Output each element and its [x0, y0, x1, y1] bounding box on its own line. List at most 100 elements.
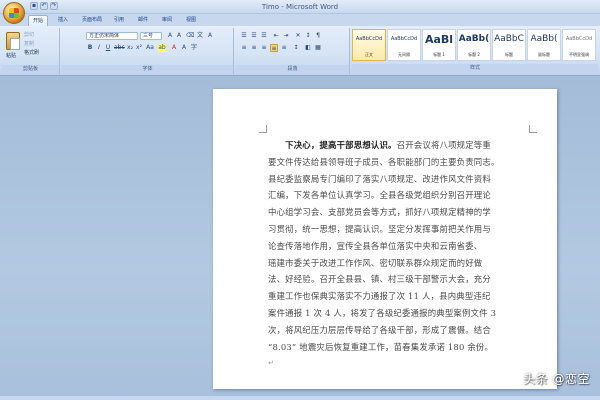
- doc-line: 瑶建市委关于改进工作作风、密切联系群众规定而的好做: [268, 257, 483, 268]
- bullets-icon[interactable]: ☰: [240, 32, 248, 40]
- style-name: 正文: [365, 52, 373, 57]
- document-body[interactable]: 下决心，提高干部思想认识。召开会议将八项规定等重 要文件传达给县领导班子成员、各…: [268, 137, 532, 355]
- tab-review[interactable]: 审阅: [158, 15, 176, 26]
- doc-line: 法、好经验。召开全县县、镇、村三级干部警示大会，充分: [268, 274, 491, 285]
- font-group: 方正仿宋简体 三号 A A ⌫ 文 A B I U abc x₂ x² Aa a…: [62, 28, 234, 74]
- char-border-icon[interactable]: A: [206, 32, 214, 40]
- font-color-icon[interactable]: A: [170, 44, 178, 52]
- style-item[interactable]: AaBbCcDd 不明显强调: [562, 29, 596, 61]
- paste-icon[interactable]: [6, 32, 20, 50]
- doc-heading: 下决心，提高干部思想认识。: [285, 140, 397, 150]
- doc-line: 习贯彻，统一思想，提高认识。坚定分发挥事前把关作用与: [268, 223, 491, 234]
- style-name: 不明显强调: [569, 52, 589, 57]
- paragraph-mark-icon: ↵: [268, 359, 274, 367]
- underline-icon[interactable]: U: [104, 44, 112, 52]
- doc-line: 中心组学习会、支部党员会等方式，抓好八项规定精神的学: [268, 207, 491, 218]
- align-left-icon[interactable]: ≡: [240, 44, 248, 52]
- enclose-char-icon[interactable]: 字: [190, 44, 198, 52]
- justify-icon[interactable]: ≡: [270, 44, 278, 52]
- style-sample: AaBbCcDd: [390, 36, 418, 42]
- show-marks-icon[interactable]: ¶: [314, 32, 322, 40]
- document-page[interactable]: 下决心，提高干部思想认识。召开会议将八项规定等重 要文件传达给县领导班子成员、各…: [213, 89, 557, 389]
- style-name: 副标题: [538, 52, 550, 57]
- style-item[interactable]: AaBbC 标题: [492, 29, 526, 61]
- font-name-select[interactable]: 方正仿宋简体: [86, 32, 138, 40]
- paragraph-group-label: 段落: [236, 65, 349, 73]
- window-title: Timo - Microsoft Word: [261, 3, 339, 11]
- clipboard-group-label: 剪贴板: [2, 65, 59, 73]
- doc-line: “8.03” 地震灾后恢复重建工作，苗春集发承诺 180 余份。: [268, 341, 494, 352]
- align-right-icon[interactable]: ≡: [260, 44, 268, 52]
- doc-line: 论查传落地作用，宣传全县各单位落实中央和云南省委、: [268, 240, 483, 251]
- superscript-icon[interactable]: x²: [135, 44, 143, 52]
- office-button[interactable]: [3, 2, 25, 24]
- cut-button[interactable]: 剪切: [24, 31, 34, 38]
- numbering-icon[interactable]: ☰: [250, 32, 258, 40]
- style-item[interactable]: AaBl 标题 1: [422, 29, 456, 61]
- doc-line: 次，将风纪压力层层传导给了各级干部，形成了震慑。结合: [268, 324, 491, 335]
- style-item[interactable]: AaBbCcDd 正文: [352, 29, 386, 61]
- style-item[interactable]: AaBbCcDd 无间隔: [387, 29, 421, 61]
- format-painter-button[interactable]: 格式刷: [24, 49, 39, 56]
- font-size-select[interactable]: 三号: [140, 32, 162, 40]
- paste-label[interactable]: 粘贴: [6, 52, 16, 59]
- doc-line: 下决心，提高干部思想认识。召开会议将八项规定等重: [268, 137, 532, 154]
- doc-line: 要文件传达给县领导班子成员、各职能部门的主要负责同志。: [268, 156, 500, 167]
- decrease-indent-icon[interactable]: ⇤: [272, 32, 280, 40]
- styles-gallery: AaBbCcDd 正文 AaBbCcDd 无间隔 AaBl 标题 1 AaBb(…: [352, 29, 600, 63]
- office-logo-icon: [9, 8, 19, 18]
- line-spacing-icon[interactable]: ↕: [292, 44, 300, 52]
- doc-line: 汇编，下发各单位认真学习。全县各级党组织分别召开理论: [268, 190, 491, 201]
- change-case-icon[interactable]: Aa: [146, 44, 154, 52]
- shrink-font-icon[interactable]: A: [175, 32, 183, 40]
- chinese-layout-icon[interactable]: ✕: [294, 32, 302, 40]
- ribbon-tabs: 开始 插入 页面布局 引用 邮件 审阅 视图: [0, 14, 600, 26]
- copy-button[interactable]: 复制: [24, 40, 34, 47]
- phonetic-icon[interactable]: 文: [196, 32, 204, 40]
- style-name: 标题 2: [468, 52, 480, 57]
- tab-home[interactable]: 开始: [28, 15, 49, 26]
- tab-view[interactable]: 视图: [182, 15, 200, 26]
- title-bar: ▪ ↶ ↷ Timo - Microsoft Word: [0, 0, 600, 14]
- margin-corner-mark: [259, 125, 267, 133]
- border-icon[interactable]: ▦: [314, 44, 322, 52]
- style-sample: AaBb(: [530, 34, 558, 44]
- tab-references[interactable]: 引用: [110, 15, 128, 26]
- tab-page-layout[interactable]: 页面布局: [78, 15, 106, 26]
- paragraph-group: ☰ ☰ ☰ ⇤ ⇥ ✕ ↕ ¶ ≡ ≡ ≡ ≡ ≡ ↕ ◧ ▦ 段落: [236, 28, 350, 74]
- style-item[interactable]: AaBb( 标题 2: [457, 29, 491, 61]
- tab-insert[interactable]: 插入: [54, 15, 72, 26]
- distributed-icon[interactable]: ≡: [280, 44, 288, 52]
- status-bar: [0, 396, 600, 400]
- clear-format-icon[interactable]: ⌫: [186, 32, 194, 40]
- italic-icon[interactable]: I: [95, 44, 103, 52]
- strikethrough-icon[interactable]: abc: [114, 44, 125, 52]
- highlight-icon[interactable]: ab: [158, 44, 166, 52]
- watermark: 头条 @恋空: [523, 372, 590, 386]
- increase-indent-icon[interactable]: ⇥: [282, 32, 290, 40]
- multilevel-list-icon[interactable]: ☰: [260, 32, 268, 40]
- document-workspace: 下决心，提高干部思想认识。召开会议将八项规定等重 要文件传达给县领导班子成员、各…: [0, 77, 600, 397]
- char-shading-icon[interactable]: A: [180, 44, 188, 52]
- style-item[interactable]: AaBb( 副标题: [527, 29, 561, 61]
- style-name: 无间隔: [398, 52, 410, 57]
- shading-icon[interactable]: ◧: [304, 44, 312, 52]
- font-group-label: 字体: [62, 65, 233, 73]
- style-sample: AaBbC: [494, 34, 524, 44]
- clipboard-group: 粘贴 剪切 复制 格式刷 剪贴板: [2, 28, 60, 74]
- tab-mailings[interactable]: 邮件: [134, 15, 152, 26]
- grow-font-icon[interactable]: A: [166, 32, 174, 40]
- doc-line-text: 召开会议将八项规定等重: [396, 140, 491, 150]
- bold-icon[interactable]: B: [86, 44, 94, 52]
- ribbon: 粘贴 剪切 复制 格式刷 剪贴板 方正仿宋简体 三号 A A ⌫ 文 A B I…: [0, 26, 600, 76]
- style-sample: AaBbCcDd: [565, 36, 593, 42]
- subscript-icon[interactable]: x₂: [126, 44, 134, 52]
- doc-line: 重建工作也保典实落实不力通报了次 11 人，县内典型违纪: [268, 291, 491, 302]
- style-sample: AaBbCcDd: [355, 36, 383, 42]
- style-sample: AaBb(: [458, 34, 490, 44]
- styles-group-label: 样式: [352, 64, 598, 72]
- sort-icon[interactable]: ↕: [304, 32, 312, 40]
- align-center-icon[interactable]: ≡: [250, 44, 258, 52]
- style-sample: AaBl: [424, 33, 454, 46]
- style-name: 标题: [505, 52, 513, 57]
